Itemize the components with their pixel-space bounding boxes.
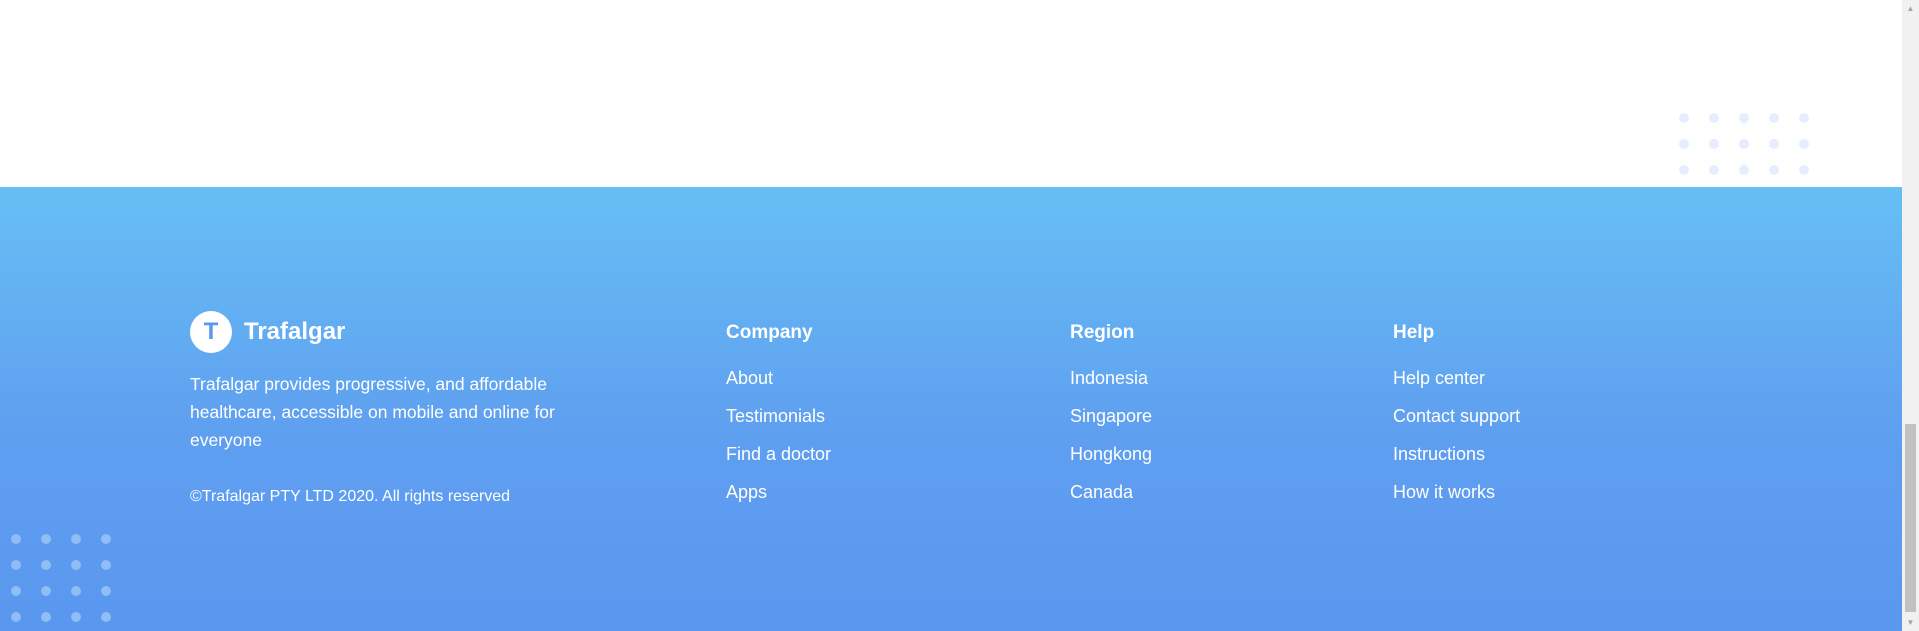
- footer-link-indonesia[interactable]: Indonesia: [1070, 368, 1152, 392]
- page: T Trafalgar Trafalgar provides progressi…: [0, 0, 1902, 631]
- footer-link-singapore[interactable]: Singapore: [1070, 406, 1152, 430]
- vertical-scrollbar[interactable]: ▲ ▼: [1902, 0, 1919, 631]
- footer-link-how-it-works[interactable]: How it works: [1393, 482, 1520, 506]
- brand-name: Trafalgar: [244, 318, 346, 345]
- browser-viewport: T Trafalgar Trafalgar provides progressi…: [0, 0, 1919, 631]
- footer-link-instructions[interactable]: Instructions: [1393, 444, 1520, 468]
- column-title-company: Company: [726, 322, 813, 343]
- footer-link-help-center[interactable]: Help center: [1393, 368, 1520, 392]
- decorative-dot-grid-footer: [11, 534, 111, 622]
- footer-column-company: Company About Testimonials Find a doctor…: [726, 322, 831, 520]
- footer-link-contact-support[interactable]: Contact support: [1393, 406, 1520, 430]
- site-footer: T Trafalgar Trafalgar provides progressi…: [0, 187, 1902, 631]
- column-title-help: Help: [1393, 322, 1435, 343]
- copyright-text: ©Trafalgar PTY LTD 2020. All rights rese…: [190, 488, 511, 505]
- scrollbar-thumb[interactable]: [1905, 424, 1916, 612]
- footer-link-canada[interactable]: Canada: [1070, 482, 1152, 506]
- brand-description: Trafalgar provides progressive, and affo…: [190, 374, 555, 450]
- footer-link-testimonials[interactable]: Testimonials: [726, 406, 831, 430]
- footer-brand[interactable]: T Trafalgar: [190, 311, 345, 353]
- footer-link-apps[interactable]: Apps: [726, 482, 831, 506]
- brand-logo: T: [190, 311, 232, 353]
- footer-link-find-a-doctor[interactable]: Find a doctor: [726, 444, 831, 468]
- footer-link-hongkong[interactable]: Hongkong: [1070, 444, 1152, 468]
- decorative-dot-grid: [1679, 113, 1809, 175]
- scroll-down-icon[interactable]: ▼: [1902, 614, 1919, 631]
- column-title-region: Region: [1070, 322, 1135, 343]
- footer-column-region: Region Indonesia Singapore Hongkong Cana…: [1070, 322, 1152, 520]
- footer-column-help: Help Help center Contact support Instruc…: [1393, 322, 1520, 520]
- footer-link-about[interactable]: About: [726, 368, 831, 392]
- scroll-up-icon[interactable]: ▲: [1902, 0, 1919, 17]
